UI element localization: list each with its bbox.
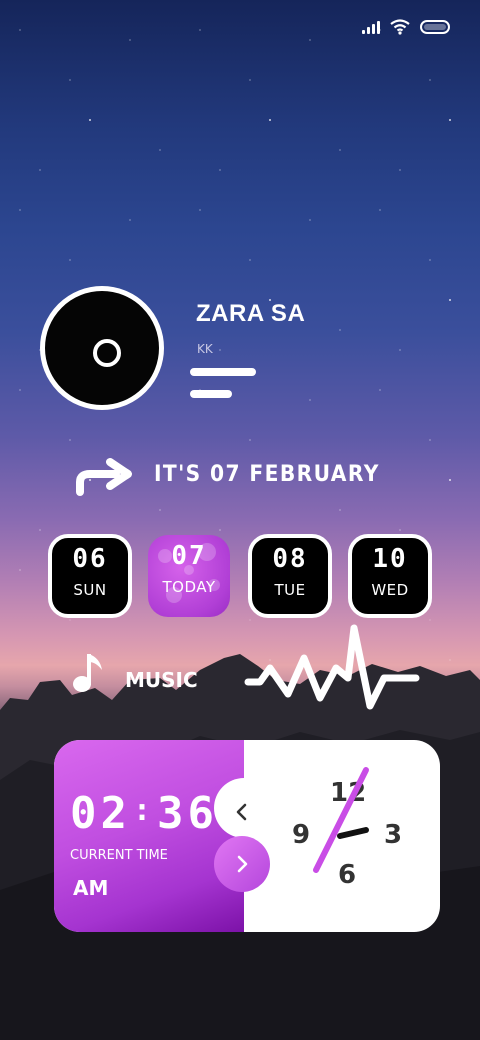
wifi-icon bbox=[390, 19, 410, 35]
time-separator: : bbox=[132, 793, 156, 828]
battery-icon bbox=[420, 20, 450, 34]
day-tile-wed[interactable]: 10 WED bbox=[348, 534, 432, 618]
digital-time: 02:36 bbox=[70, 788, 218, 839]
music-label: MUSIC bbox=[125, 668, 198, 692]
music-note-icon[interactable] bbox=[72, 650, 106, 694]
clock-hands bbox=[313, 767, 369, 873]
chevron-left-icon bbox=[236, 803, 247, 821]
day-tile-today[interactable]: 07 TODAY bbox=[148, 535, 230, 617]
back-button[interactable] bbox=[222, 792, 262, 832]
analog-clock: 12 3 6 9 bbox=[286, 760, 410, 912]
day-label: WED bbox=[371, 581, 409, 599]
progress-bar-long bbox=[190, 368, 256, 376]
next-button[interactable] bbox=[214, 836, 270, 892]
song-title: ZARA SA bbox=[196, 300, 306, 327]
day-number: 06 bbox=[72, 544, 108, 574]
time-hours: 02 bbox=[70, 788, 131, 839]
progress-bar-short bbox=[190, 390, 232, 398]
day-label: SUN bbox=[73, 581, 107, 599]
day-tile-sun[interactable]: 06 SUN bbox=[48, 534, 132, 618]
digital-clock-panel: 02:36 CURRENT TIME AM bbox=[54, 740, 244, 932]
chevron-right-icon bbox=[237, 855, 248, 873]
day-tile-tue[interactable]: 08 TUE bbox=[248, 534, 332, 618]
current-time-label: CURRENT TIME bbox=[70, 848, 168, 863]
status-bar bbox=[362, 16, 450, 38]
pulse-wave-icon bbox=[244, 624, 420, 710]
day-number: 08 bbox=[272, 544, 308, 574]
time-minutes: 36 bbox=[157, 788, 219, 839]
day-number: 10 bbox=[372, 544, 408, 574]
ampm-label: AM bbox=[73, 876, 109, 900]
day-label: TUE bbox=[274, 581, 306, 599]
vinyl-disc-icon[interactable] bbox=[40, 286, 164, 410]
arrow-turn-right-icon bbox=[76, 458, 132, 496]
clock-card: 02:36 CURRENT TIME AM 12 3 6 9 bbox=[54, 740, 440, 932]
artist-name: KK bbox=[197, 342, 213, 356]
signal-bars-icon bbox=[362, 20, 380, 34]
day-label: TODAY bbox=[162, 578, 216, 596]
disc-center-hole bbox=[93, 339, 121, 367]
day-number: 07 bbox=[171, 541, 207, 571]
date-banner-text: IT'S 07 FEBRUARY bbox=[154, 462, 380, 487]
